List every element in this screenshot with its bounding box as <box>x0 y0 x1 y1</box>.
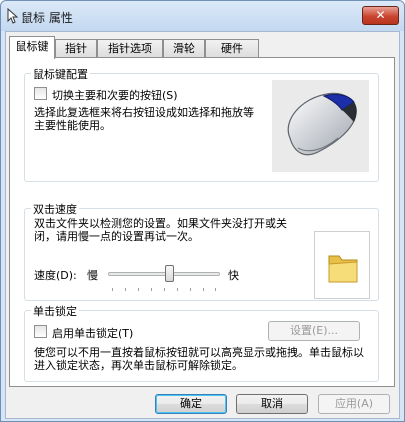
switch-buttons-label[interactable]: 切换主要和次要的按钮(S) <box>52 87 178 103</box>
speed-slider-track[interactable] <box>108 272 220 276</box>
click-lock-settings-button[interactable]: 设置(E)... <box>268 321 360 341</box>
mouse-pointer-icon <box>7 8 19 24</box>
button-config-group: 鼠标键配置 切换主要和次要的按钮(S) 选择此复选框来将右按钮设成如选择和拖放等… <box>24 66 379 182</box>
cancel-button[interactable]: 取消 <box>236 394 308 414</box>
double-click-description: 双击文件夹以检测您的设置。如果文件夹没打开或关闭，请用慢一点的设置再试一次。 <box>34 217 287 243</box>
click-lock-description: 使您可以不用一直按着鼠标按钮就可以高亮显示或拖拽。单击鼠标以进入锁定状态，再次单… <box>34 346 364 372</box>
click-lock-group: 单击锁定 启用单击锁定(T) 设置(E)... 使您可以不用一直按着鼠标按钮就可… <box>24 303 379 382</box>
mouse-icon <box>287 92 357 156</box>
apply-button[interactable]: 应用(A) <box>318 394 390 414</box>
tab-pointers[interactable]: 指针 <box>55 39 97 58</box>
button-config-description: 选择此复选框来将右按钮设成如选择和拖放等主要性能使用。 <box>34 106 254 132</box>
title-bar[interactable]: 鼠标 属性 ✕ <box>1 1 404 31</box>
click-lock-title: 单击锁定 <box>31 303 79 319</box>
switch-buttons-checkbox[interactable] <box>34 87 47 100</box>
tab-buttons[interactable]: 鼠标键 <box>9 36 55 59</box>
double-click-title: 双击速度 <box>31 201 79 217</box>
speed-slider-thumb[interactable] <box>165 265 175 282</box>
button-config-title: 鼠标键配置 <box>31 66 90 82</box>
double-click-group: 双击速度 双击文件夹以检测您的设置。如果文件夹没打开或关闭，请用慢一点的设置再试… <box>24 201 379 301</box>
dialog-client-area: 鼠标键 指针 指针选项 滑轮 硬件 鼠标键配置 切换主要和次要的按钮(S) 选择… <box>5 31 400 419</box>
window-title: 鼠标 属性 <box>21 11 73 25</box>
speed-slider-ticks <box>112 288 216 292</box>
close-button[interactable]: ✕ <box>362 6 399 25</box>
mouse-image <box>272 80 369 172</box>
tab-pointer-options[interactable]: 指针选项 <box>97 39 163 58</box>
slow-label: 慢 <box>87 269 98 282</box>
fast-label: 快 <box>228 269 239 282</box>
ok-button[interactable]: 确定 <box>155 394 227 414</box>
tab-hardware[interactable]: 硬件 <box>205 39 259 58</box>
click-lock-label[interactable]: 启用单击锁定(T) <box>52 325 133 341</box>
mouse-properties-window: 鼠标 属性 ✕ 鼠标键 指针 指针选项 滑轮 硬件 鼠标键配置 切换主要和次要的… <box>0 0 405 422</box>
click-lock-checkbox[interactable] <box>34 325 47 338</box>
folder-icon <box>328 255 358 283</box>
tab-wheel[interactable]: 滑轮 <box>163 39 205 58</box>
speed-label: 速度(D): <box>34 269 77 282</box>
test-folder-area[interactable] <box>314 231 370 299</box>
tab-panel-buttons: 鼠标键配置 切换主要和次要的按钮(S) 选择此复选框来将右按钮设成如选择和拖放等… <box>9 57 395 387</box>
